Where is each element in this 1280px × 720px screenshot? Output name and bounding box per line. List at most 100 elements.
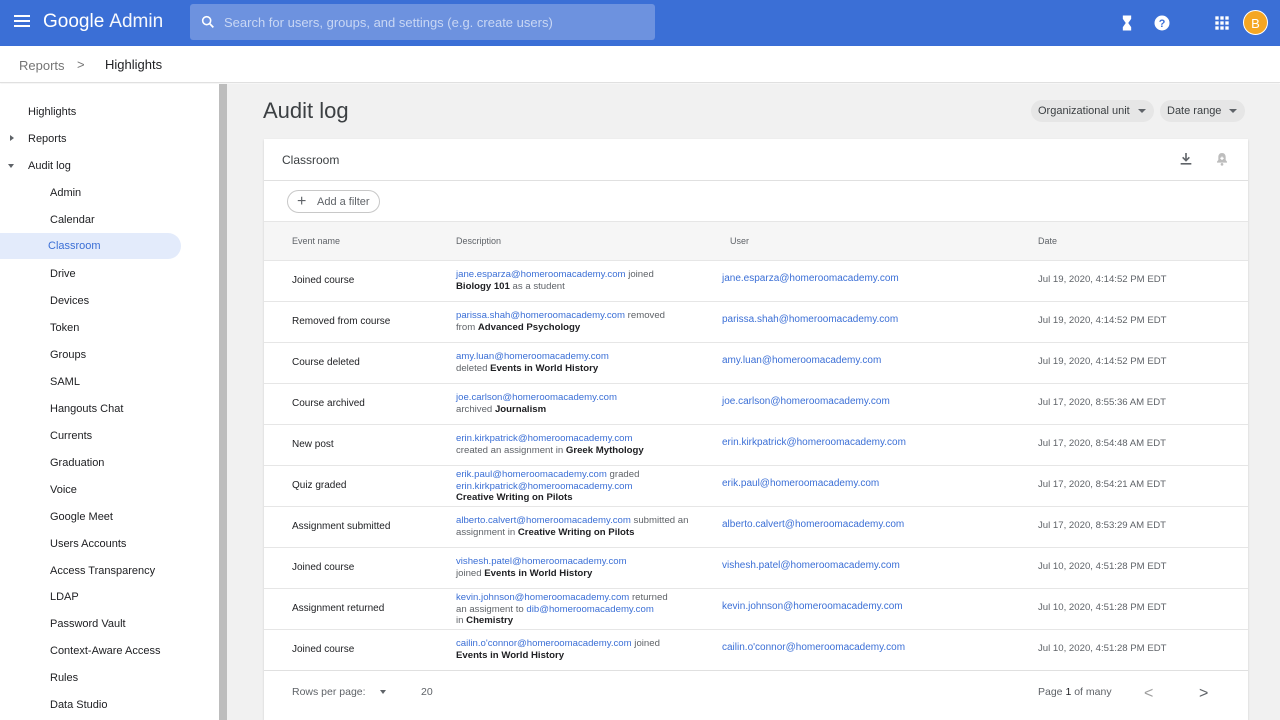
table-row[interactable]: Joined course vishesh.patel@homeroomacad… [264,548,1248,589]
column-header-user[interactable]: User [730,236,749,246]
description-user-link[interactable]: joe.carlson@homeroomacademy.com [456,392,617,403]
user-link[interactable]: erik.paul@homeroomacademy.com [722,478,879,489]
sidebar-item-groups[interactable]: Groups [50,349,86,361]
event-date: Jul 10, 2020, 4:51:28 PM EDT [1038,561,1167,572]
sidebar-item-highlights[interactable]: Highlights [28,106,76,118]
org-unit-filter-chip[interactable]: Organizational unit [1031,100,1154,122]
sidebar-item-users-accounts[interactable]: Users Accounts [50,538,126,550]
sidebar-item-ldap[interactable]: LDAP [50,591,79,603]
description-user-link[interactable]: amy.luan@homeroomacademy.com [456,351,609,362]
sidebar-item-password-vault[interactable]: Password Vault [50,618,126,630]
user-link[interactable]: alberto.calvert@homeroomacademy.com [722,519,904,530]
sidebar-item-calendar[interactable]: Calendar [50,214,95,226]
event-date: Jul 17, 2020, 8:55:36 AM EDT [1038,397,1166,408]
sidebar-item-google-meet[interactable]: Google Meet [50,511,113,523]
sidebar-item-token[interactable]: Token [50,322,79,334]
event-date: Jul 19, 2020, 4:14:52 PM EDT [1038,356,1167,367]
expand-arrow-icon[interactable] [10,135,14,141]
event-description: kevin.johnson@homeroomacademy.com return… [456,592,706,627]
event-date: Jul 10, 2020, 4:51:28 PM EDT [1038,643,1167,654]
rows-per-page-value[interactable]: 20 [421,686,433,698]
column-header-event[interactable]: Event name [292,236,340,246]
page-title: Audit log [263,98,349,123]
user-link[interactable]: erin.kirkpatrick@homeroomacademy.com [722,437,906,448]
description-user-link[interactable]: erin.kirkpatrick@homeroomacademy.com [456,481,632,492]
sidebar-item-admin[interactable]: Admin [50,187,81,199]
audit-log-card: Classroom + Add a filter Event name Desc… [264,139,1248,720]
user-link[interactable]: joe.carlson@homeroomacademy.com [722,396,890,407]
next-page-button[interactable]: > [1199,685,1208,703]
breadcrumb-reports[interactable]: Reports [19,58,65,73]
description-user-link[interactable]: parissa.shah@homeroomacademy.com [456,310,625,321]
search-icon [201,15,214,28]
sidebar-item-hangouts-chat[interactable]: Hangouts Chat [50,403,123,415]
event-description: vishesh.patel@homeroomacademy.com joined … [456,556,706,579]
description-user-link[interactable]: dib@homeroomacademy.com [526,604,653,615]
description-user-link[interactable]: vishesh.patel@homeroomacademy.com [456,556,627,567]
user-link[interactable]: kevin.johnson@homeroomacademy.com [722,601,903,612]
table-row[interactable]: Assignment submitted alberto.calvert@hom… [264,507,1248,548]
user-link[interactable]: parissa.shah@homeroomacademy.com [722,314,898,325]
date-range-filter-chip[interactable]: Date range [1160,100,1246,122]
sidebar-item-classroom[interactable]: Classroom [48,240,101,252]
description-user-link[interactable]: alberto.calvert@homeroomacademy.com [456,515,631,526]
account-avatar[interactable]: B [1243,10,1268,35]
rows-per-page-dropdown-icon[interactable] [380,690,386,694]
sidebar-item-data-studio[interactable]: Data Studio [50,699,107,711]
sidebar-item-voice[interactable]: Voice [50,484,77,496]
column-header-date[interactable]: Date [1038,236,1057,246]
table-row[interactable]: Removed from course parissa.shah@homeroo… [264,302,1248,343]
sidebar-item-saml[interactable]: SAML [50,376,80,388]
table-row[interactable]: Joined course cailin.o'connor@homeroomac… [264,630,1248,671]
table-row[interactable]: Course archived joe.carlson@homeroomacad… [264,384,1248,425]
search-input[interactable] [224,4,644,40]
description-user-link[interactable]: cailin.o'connor@homeroomacademy.com [456,638,632,649]
description-user-link[interactable]: kevin.johnson@homeroomacademy.com [456,592,629,603]
alert-bell-icon[interactable] [1214,151,1230,167]
collapse-arrow-icon[interactable] [8,164,14,168]
sidebar-item-devices[interactable]: Devices [50,295,89,307]
table-row[interactable]: Course deleted amy.luan@homeroomacademy.… [264,343,1248,384]
description-user-link[interactable]: jane.esparza@homeroomacademy.com [456,269,626,280]
event-name: Quiz graded [292,480,347,491]
sidebar-item-drive[interactable]: Drive [50,268,76,280]
sidebar-item-reports[interactable]: Reports [28,133,67,145]
description-course: Journalism [494,403,547,415]
hourglass-icon[interactable] [1117,13,1137,33]
dropdown-arrow-icon [1229,109,1238,114]
description-text: assignment in [456,526,518,538]
breadcrumb-separator: > [77,57,85,72]
event-name: Assignment submitted [292,521,391,532]
hamburger-menu-icon[interactable] [14,15,30,29]
sidebar-item-context-aware-access[interactable]: Context-Aware Access [50,645,160,657]
table-row[interactable]: New post erin.kirkpatrick@homeroomacadem… [264,425,1248,466]
column-header-description[interactable]: Description [456,236,501,246]
event-name: Joined course [292,644,355,655]
description-user-link[interactable]: erik.paul@homeroomacademy.com [456,469,607,480]
sidebar-scrollbar[interactable] [219,84,227,720]
user-link[interactable]: cailin.o'connor@homeroomacademy.com [722,642,905,653]
sidebar-item-rules[interactable]: Rules [50,672,78,684]
page-word: Page [1038,686,1063,698]
download-icon[interactable] [1178,151,1194,167]
user-link[interactable]: jane.esparza@homeroomacademy.com [722,273,899,284]
sidebar-item-graduation[interactable]: Graduation [50,457,104,469]
event-date: Jul 19, 2020, 4:14:52 PM EDT [1038,315,1167,326]
plus-icon: + [297,193,307,210]
user-link[interactable]: amy.luan@homeroomacademy.com [722,355,881,366]
svg-text:?: ? [1159,18,1166,30]
previous-page-button[interactable]: < [1144,685,1153,703]
table-row[interactable]: Quiz graded erik.paul@homeroomacademy.co… [264,466,1248,507]
search-bar[interactable] [190,4,655,40]
help-icon[interactable]: ? [1152,13,1172,33]
description-user-link[interactable]: erin.kirkpatrick@homeroomacademy.com [456,433,632,444]
table-row[interactable]: Assignment returned kevin.johnson@homero… [264,589,1248,630]
add-filter-button[interactable]: + Add a filter [287,190,380,213]
user-link[interactable]: vishesh.patel@homeroomacademy.com [722,560,900,571]
brand-logo[interactable]: Google Admin [43,11,163,33]
apps-grid-icon[interactable] [1212,13,1232,33]
sidebar-item-access-transparency[interactable]: Access Transparency [50,565,155,577]
table-row[interactable]: Joined course jane.esparza@homeroomacade… [264,261,1248,302]
sidebar-item-currents[interactable]: Currents [50,430,92,442]
sidebar-item-audit-log[interactable]: Audit log [28,160,71,172]
